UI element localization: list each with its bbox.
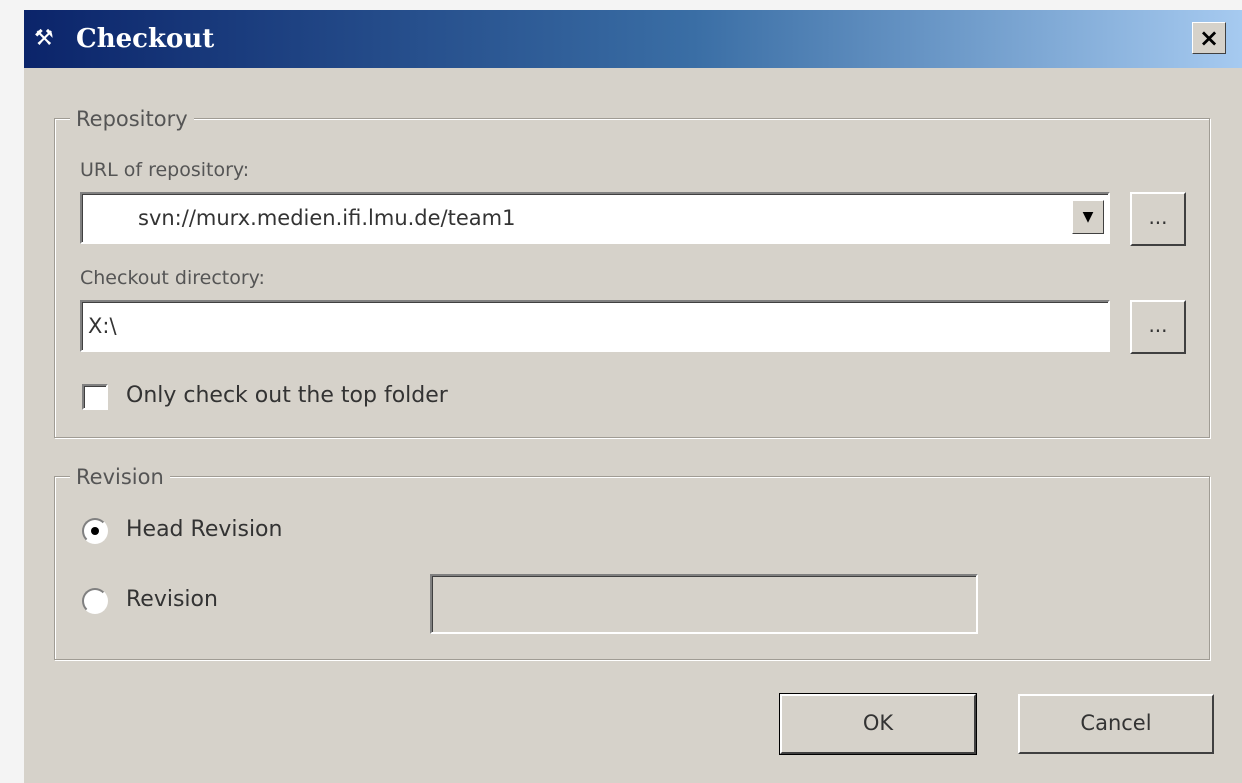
- close-button[interactable]: ×: [1192, 22, 1226, 54]
- checkout-directory-input[interactable]: X:\: [80, 300, 1110, 352]
- url-browse-button[interactable]: ...: [1130, 192, 1186, 246]
- revision-radio[interactable]: [82, 588, 108, 614]
- revision-label[interactable]: Revision: [126, 586, 218, 614]
- chevron-down-icon: ▼: [1082, 209, 1094, 225]
- top-folder-checkbox[interactable]: [82, 384, 108, 410]
- checkout-directory-label: Checkout directory:: [80, 267, 265, 289]
- url-value: svn://murx.medien.ifi.lmu.de/team1: [138, 206, 516, 230]
- url-label: URL of repository:: [80, 159, 250, 181]
- title-bar: ⚒ Checkout ×: [24, 10, 1242, 68]
- ok-button[interactable]: OK: [779, 693, 977, 755]
- revision-number-input[interactable]: [430, 574, 978, 634]
- close-icon: ×: [1198, 24, 1220, 52]
- radio-selected-dot: [91, 527, 99, 535]
- window-title: Checkout: [76, 24, 215, 54]
- directory-browse-button[interactable]: ...: [1130, 300, 1186, 354]
- url-dropdown-button[interactable]: ▼: [1072, 200, 1104, 234]
- head-revision-label[interactable]: Head Revision: [126, 516, 282, 544]
- top-folder-label[interactable]: Only check out the top folder: [126, 382, 448, 410]
- checkout-dialog: ⚒ Checkout × Repository URL of repositor…: [24, 10, 1242, 783]
- cancel-button[interactable]: Cancel: [1018, 694, 1214, 754]
- checkout-directory-value: X:\: [88, 314, 117, 338]
- head-revision-radio[interactable]: [82, 518, 108, 544]
- tortoise-svn-icon: ⚒: [34, 26, 54, 51]
- revision-legend: Revision: [70, 464, 170, 490]
- url-combobox[interactable]: svn://murx.medien.ifi.lmu.de/team1 ▼: [80, 192, 1110, 244]
- repository-legend: Repository: [70, 106, 194, 132]
